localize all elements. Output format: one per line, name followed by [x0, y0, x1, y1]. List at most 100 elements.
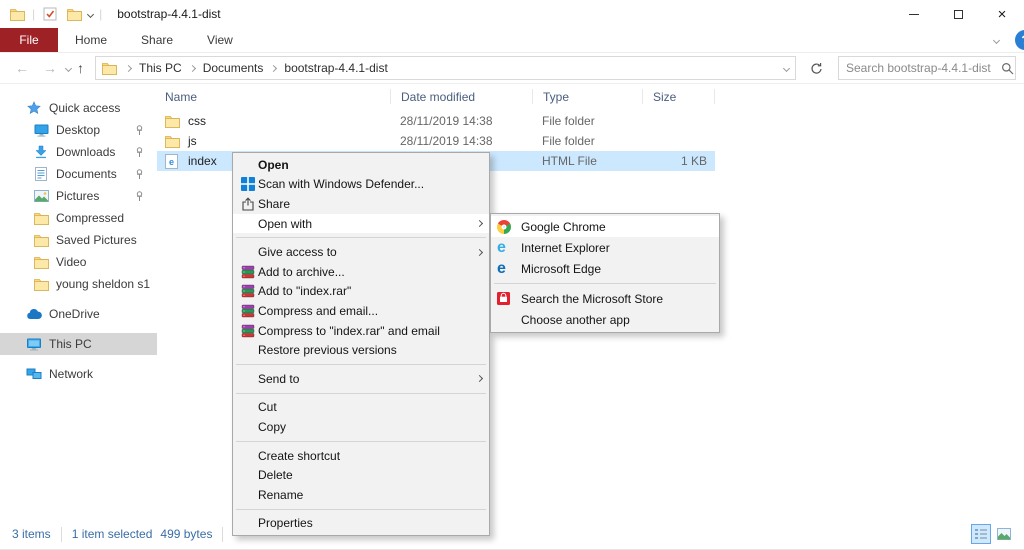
winrar-icon: [237, 304, 258, 318]
search-box: [838, 56, 1016, 80]
menu-separator: [236, 363, 486, 365]
column-header-name[interactable]: Name: [157, 89, 390, 104]
menu-item-add-to-archive[interactable]: Add to archive...: [233, 262, 489, 282]
open-with-item-search-the-microsoft-store[interactable]: Search the Microsoft Store: [491, 288, 719, 309]
address-bar[interactable]: This PC Documents bootstrap-4.4.1-dist: [95, 56, 796, 80]
folder-icon: [102, 62, 117, 75]
column-header-size[interactable]: Size: [642, 89, 715, 104]
store-icon: [497, 292, 521, 305]
menu-item-send-to[interactable]: Send to: [233, 369, 489, 389]
sidebar-item-network[interactable]: Network: [0, 363, 157, 385]
properties-check-icon[interactable]: [41, 7, 59, 21]
menu-item-cut[interactable]: Cut: [233, 398, 489, 418]
breadcrumb-current-folder[interactable]: bootstrap-4.4.1-dist: [279, 61, 392, 75]
close-button[interactable]: ×: [980, 0, 1024, 28]
menu-item-rename[interactable]: Rename: [233, 485, 489, 505]
search-icon[interactable]: [1001, 62, 1014, 75]
up-arrow-icon[interactable]: ↑: [77, 60, 84, 76]
chrome-icon: [497, 219, 521, 234]
desktop-icon: [32, 124, 50, 137]
refresh-icon[interactable]: [804, 62, 828, 75]
folder-icon: [165, 115, 182, 128]
winrar-icon: [237, 284, 258, 298]
pin-icon: [135, 147, 144, 161]
help-icon[interactable]: ?: [1015, 30, 1024, 50]
star-icon: [25, 101, 43, 115]
menu-separator: [494, 283, 716, 284]
menu-item-give-access-to[interactable]: Give access to: [233, 242, 489, 262]
menu-item-compress-to-index-rar-and-email[interactable]: Compress to "index.rar" and email: [233, 321, 489, 341]
menu-item-scan-with-windows-defender[interactable]: Scan with Windows Defender...: [233, 175, 489, 195]
pin-icon: [135, 125, 144, 139]
file-row-js[interactable]: js 28/11/2019 14:38 File folder: [157, 131, 715, 151]
winrar-icon: [237, 265, 258, 279]
breadcrumb-this-pc[interactable]: This PC: [134, 61, 187, 75]
sidebar-item-video[interactable]: Video: [0, 251, 157, 273]
minimize-button[interactable]: [892, 0, 936, 28]
sidebar-item-onedrive[interactable]: OneDrive: [0, 303, 157, 325]
menu-item-properties[interactable]: Properties: [233, 514, 489, 534]
status-divider: [60, 526, 62, 542]
menu-separator: [236, 508, 486, 510]
menu-item-copy[interactable]: Copy: [233, 417, 489, 437]
sidebar-item-quick-access[interactable]: Quick access: [0, 97, 157, 119]
maximize-button[interactable]: [936, 0, 980, 28]
tab-home[interactable]: Home: [58, 28, 124, 52]
new-folder-icon[interactable]: [65, 8, 83, 21]
toolbar-dropdown-icon[interactable]: [87, 10, 95, 18]
column-header-date-modified[interactable]: Date modified: [390, 89, 532, 104]
sidebar-item-documents[interactable]: Documents: [0, 163, 157, 185]
breadcrumb-chevron-icon: [270, 64, 278, 72]
minimize-ribbon-icon[interactable]: [992, 36, 1001, 44]
folder-icon: [32, 212, 50, 225]
menu-item-create-shortcut[interactable]: Create shortcut: [233, 446, 489, 466]
breadcrumb-documents[interactable]: Documents: [198, 61, 269, 75]
address-toolbar: ← → ↑ This PC Documents bootstrap-4.4.1-…: [0, 53, 1024, 84]
selection-size: 499 bytes: [160, 527, 213, 541]
open-with-item-google-chrome[interactable]: Google Chrome: [491, 216, 719, 237]
tab-file[interactable]: File: [0, 28, 58, 52]
menu-item-compress-and-email[interactable]: Compress and email...: [233, 301, 489, 321]
sidebar-item-pictures[interactable]: Pictures: [0, 185, 157, 207]
address-dropdown-icon[interactable]: [782, 64, 791, 72]
sidebar-item-desktop[interactable]: Desktop: [0, 119, 157, 141]
menu-item-open[interactable]: Open: [233, 155, 489, 175]
toolbar-divider: |: [99, 7, 103, 21]
breadcrumb-chevron-icon: [188, 64, 196, 72]
open-with-submenu: Google Chrome e Internet Explorer e Microsof…: [490, 213, 720, 333]
app-folder-icon[interactable]: [8, 8, 26, 21]
sidebar-item-this-pc[interactable]: This PC: [0, 333, 157, 355]
details-view-button[interactable]: [971, 524, 991, 544]
sidebar-item-downloads[interactable]: Downloads: [0, 141, 157, 163]
file-name: js: [188, 134, 197, 148]
history-dropdown-icon[interactable]: [64, 64, 73, 72]
menu-item-add-to-index-rar[interactable]: Add to "index.rar": [233, 282, 489, 302]
menu-item-delete[interactable]: Delete: [233, 465, 489, 485]
menu-item-restore-previous-versions[interactable]: Restore previous versions: [233, 340, 489, 360]
open-with-item-choose-another-app[interactable]: Choose another app: [491, 309, 719, 330]
html-icon: e: [165, 153, 182, 169]
forward-arrow-icon[interactable]: →: [43, 60, 57, 76]
selection-count: 1 item selected: [71, 527, 153, 541]
tab-share[interactable]: Share: [124, 28, 190, 52]
sidebar: Quick access Desktop Downloads Documents Pic…: [0, 85, 157, 519]
file-type: File folder: [542, 134, 595, 148]
back-arrow-icon[interactable]: ←: [15, 60, 29, 76]
search-input[interactable]: [846, 61, 1001, 75]
file-row-css[interactable]: css 28/11/2019 14:38 File folder: [157, 111, 715, 131]
sidebar-item-saved-pictures[interactable]: Saved Pictures: [0, 229, 157, 251]
open-with-item-internet-explorer[interactable]: e Internet Explorer: [491, 237, 719, 258]
file-type: File folder: [542, 114, 595, 128]
downloads-icon: [32, 145, 50, 159]
thumbnails-view-button[interactable]: [994, 524, 1014, 544]
onedrive-icon: [25, 308, 43, 320]
menu-item-share[interactable]: Share: [233, 194, 489, 214]
toolbar-divider: |: [32, 7, 36, 21]
menu-item-open-with[interactable]: Open with: [233, 213, 489, 234]
tab-view[interactable]: View: [190, 28, 250, 52]
sidebar-item-young-sheldon-s1[interactable]: young sheldon s1: [0, 273, 157, 295]
pictures-icon: [32, 190, 50, 202]
open-with-item-microsoft-edge[interactable]: e Microsoft Edge: [491, 258, 719, 279]
sidebar-item-compressed[interactable]: Compressed: [0, 207, 157, 229]
column-header-type[interactable]: Type: [532, 89, 642, 104]
